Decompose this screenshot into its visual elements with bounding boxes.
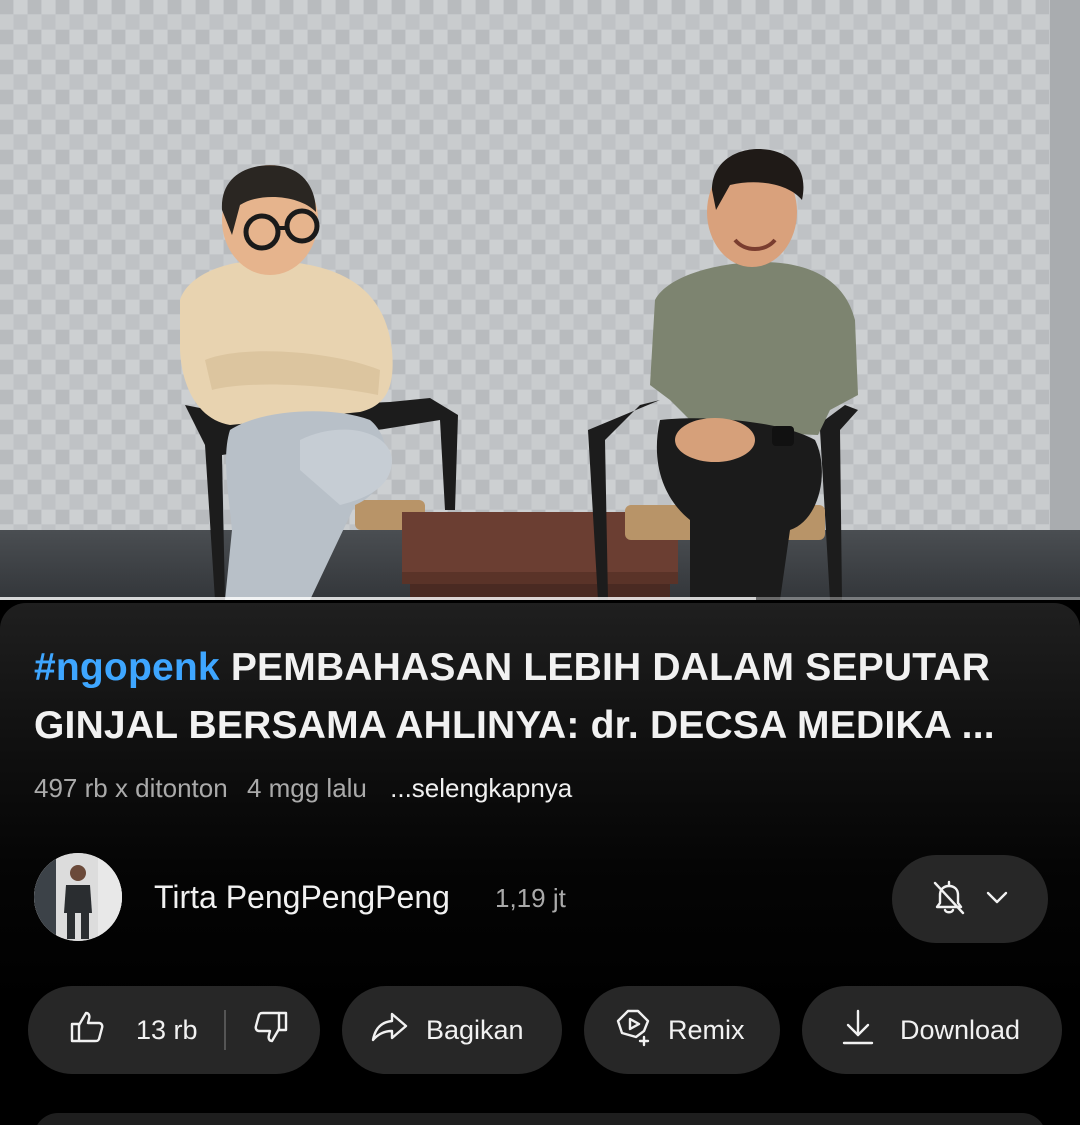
subscription-notification-button[interactable] bbox=[892, 855, 1048, 943]
like-divider bbox=[223, 1010, 226, 1050]
title-hashtag[interactable]: #ngopenk bbox=[34, 646, 220, 689]
share-label: Bagikan bbox=[426, 1014, 524, 1045]
download-icon bbox=[840, 1007, 876, 1054]
chevron-down-icon bbox=[983, 883, 1011, 916]
remix-icon bbox=[614, 1007, 654, 1054]
channel-row: Tirta PengPengPeng 1,19 jt bbox=[34, 853, 1048, 943]
dislike-button[interactable] bbox=[252, 986, 290, 1074]
video-info-panel: #ngopenk PEMBAHASAN LEBIH DALAM SEPUTAR … bbox=[0, 603, 1080, 1125]
remix-button[interactable]: Remix bbox=[584, 986, 780, 1074]
bell-off-icon bbox=[929, 877, 969, 922]
share-button[interactable]: Bagikan bbox=[342, 986, 562, 1074]
channel-avatar[interactable] bbox=[34, 853, 122, 941]
share-icon bbox=[370, 1009, 410, 1052]
like-count: 13 rb bbox=[136, 1014, 198, 1045]
thumbs-up-icon bbox=[68, 1008, 106, 1053]
channel-name[interactable]: Tirta PengPengPeng bbox=[154, 879, 450, 916]
avatar-image bbox=[34, 853, 122, 941]
like-button[interactable]: 13 rb bbox=[28, 986, 198, 1074]
like-dislike-group: 13 rb bbox=[28, 986, 320, 1074]
video-progress-bar[interactable] bbox=[0, 597, 1080, 600]
view-count: 497 rb x ditonton bbox=[34, 773, 228, 803]
thumbs-down-icon bbox=[252, 1008, 290, 1053]
comments-card-peek[interactable] bbox=[34, 1113, 1046, 1125]
remix-label: Remix bbox=[668, 1014, 745, 1045]
download-label: Download bbox=[900, 1014, 1021, 1045]
video-frame-image bbox=[0, 0, 1080, 600]
video-title[interactable]: #ngopenk PEMBAHASAN LEBIH DALAM SEPUTAR … bbox=[34, 639, 1054, 755]
subscriber-count: 1,19 jt bbox=[495, 883, 566, 913]
download-button[interactable]: Download bbox=[802, 986, 1062, 1074]
progress-buffered bbox=[0, 597, 756, 600]
video-metadata[interactable]: 497 rb x ditonton 4 mgg lalu ...selengka… bbox=[34, 773, 584, 804]
show-more-link[interactable]: ...selengkapnya bbox=[390, 773, 572, 803]
upload-age: 4 mgg lalu bbox=[246, 773, 367, 803]
video-player[interactable] bbox=[0, 0, 1080, 600]
action-bar: 13 rb Bagikan Remix Download bbox=[28, 986, 1062, 1074]
